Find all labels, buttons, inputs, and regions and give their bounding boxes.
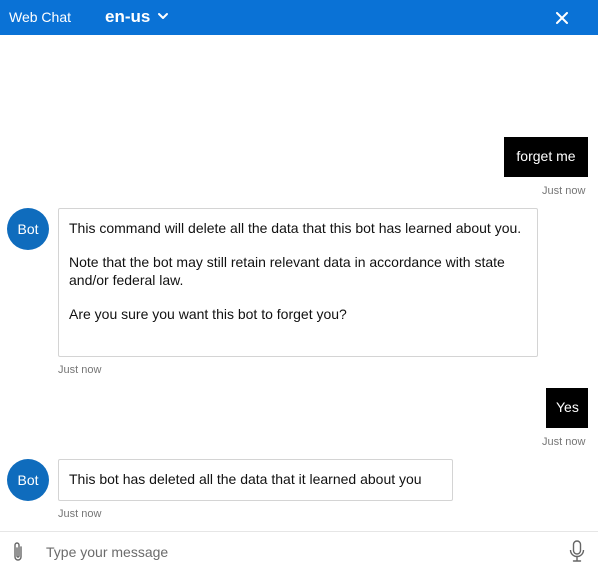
- user-message-text: Yes: [556, 399, 579, 415]
- message-timestamp: Just now: [542, 185, 586, 197]
- locale-dropdown[interactable]: en-us: [105, 6, 169, 28]
- bot-message-bubble: This bot has deleted all the data that i…: [58, 459, 453, 501]
- bot-message-paragraph: This command will delete all the data th…: [69, 220, 522, 236]
- web-chat-window: Web Chat en-us forget me Just now Bot Th…: [0, 0, 598, 570]
- microphone-icon: [569, 540, 585, 562]
- bot-message-bubble: This command will delete all the data th…: [58, 208, 538, 357]
- close-icon: [556, 12, 568, 24]
- bot-message-paragraph: This bot has deleted all the data that i…: [69, 471, 422, 487]
- avatar-initials: Bot: [17, 221, 39, 237]
- bot-message-paragraph: Are you sure you want this bot to forget…: [69, 306, 347, 322]
- paperclip-icon: [14, 542, 22, 561]
- locale-label: en-us: [105, 7, 151, 26]
- chat-title: Web Chat: [9, 9, 71, 25]
- close-button[interactable]: [550, 6, 574, 30]
- chevron-down-icon: [158, 13, 169, 19]
- user-message-bubble: Yes: [546, 388, 588, 428]
- message-input[interactable]: [46, 541, 546, 563]
- avatar-initials: Bot: [17, 472, 39, 488]
- bot-message-paragraph: Note that the bot may still retain relev…: [69, 254, 505, 288]
- message-composer: [0, 531, 598, 570]
- chat-header: Web Chat en-us: [0, 0, 598, 35]
- message-timestamp: Just now: [542, 436, 586, 448]
- message-timestamp: Just now: [58, 508, 102, 520]
- user-message-bubble: forget me: [504, 137, 588, 177]
- attach-button[interactable]: [8, 540, 28, 564]
- bot-avatar: Bot: [7, 459, 49, 501]
- microphone-button[interactable]: [566, 539, 588, 565]
- bot-avatar: Bot: [7, 208, 49, 250]
- user-message-text: forget me: [516, 148, 576, 164]
- message-timestamp: Just now: [58, 364, 102, 376]
